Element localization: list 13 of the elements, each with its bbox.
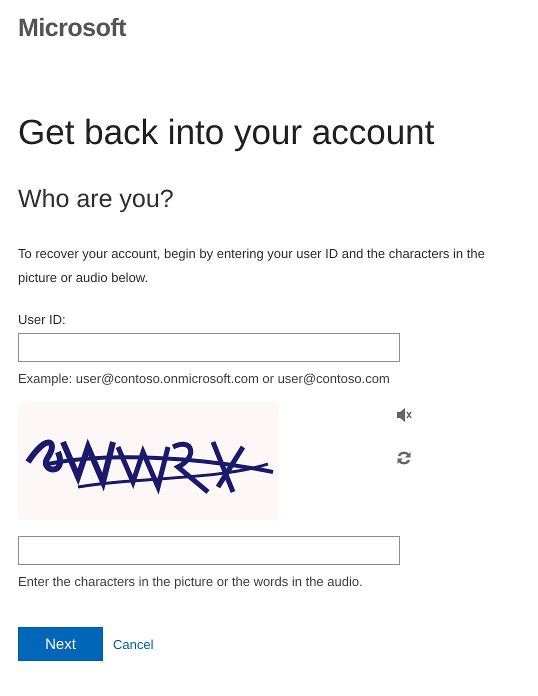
cancel-link[interactable]: Cancel: [113, 636, 154, 652]
page-subtitle: Who are you?: [18, 185, 174, 214]
speaker-icon[interactable]: [396, 407, 412, 423]
user-id-field[interactable]: [18, 333, 400, 362]
page-title: Get back into your account: [18, 113, 434, 153]
refresh-icon[interactable]: [396, 450, 412, 466]
example-text: Example: user@contoso.onmicrosoft.com or user@contoso.com: [18, 371, 390, 386]
field-label: User ID:: [18, 312, 66, 327]
captcha-hint: Enter the characters in the picture or the words in the audio.: [18, 574, 363, 589]
logo: Microsoft: [18, 14, 126, 43]
instructions-text: To recover your account, begin by entering your user ID and the characters in the picture or audio below.: [18, 245, 486, 287]
captcha-field[interactable]: [18, 536, 400, 565]
next-button[interactable]: Next: [18, 627, 103, 661]
